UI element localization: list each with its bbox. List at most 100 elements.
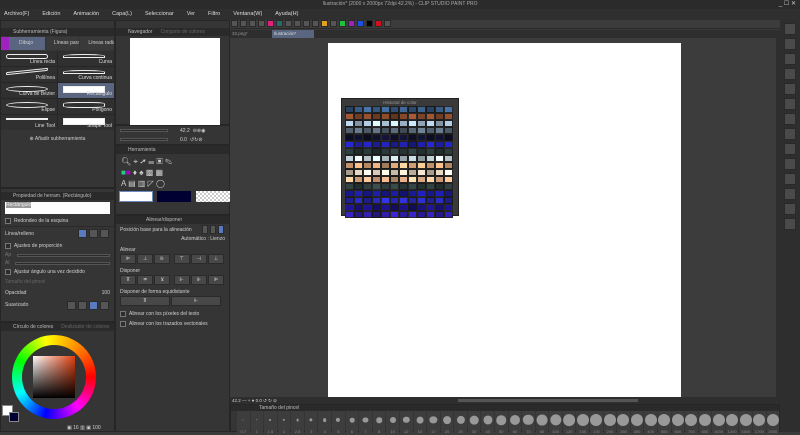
- history-swatch[interactable]: [399, 204, 408, 211]
- history-swatch[interactable]: [345, 197, 354, 204]
- dock-panel-icon[interactable]: [784, 203, 796, 215]
- history-swatch[interactable]: [444, 148, 453, 155]
- history-swatch[interactable]: [363, 204, 372, 211]
- history-swatch[interactable]: [372, 141, 381, 148]
- history-swatch[interactable]: [354, 127, 363, 134]
- history-swatch[interactable]: [399, 197, 408, 204]
- history-swatch[interactable]: [444, 120, 453, 127]
- history-swatch[interactable]: [435, 197, 444, 204]
- history-swatch[interactable]: [345, 162, 354, 169]
- brush-size-preset[interactable]: 1700: [752, 411, 766, 435]
- history-swatch[interactable]: [372, 204, 381, 211]
- history-swatch[interactable]: [354, 162, 363, 169]
- history-swatch[interactable]: [444, 141, 453, 148]
- history-swatch[interactable]: [435, 120, 444, 127]
- add-subtool-button[interactable]: ⊕ Añadir subherramienta: [1, 136, 114, 142]
- history-swatch[interactable]: [345, 113, 354, 120]
- history-swatch[interactable]: [435, 211, 444, 218]
- history-swatch[interactable]: [408, 106, 417, 113]
- history-swatch[interactable]: [408, 155, 417, 162]
- history-swatch[interactable]: [435, 190, 444, 197]
- history-swatch[interactable]: [426, 113, 435, 120]
- group-radial[interactable]: Líneas radiales: [80, 37, 115, 50]
- history-swatch[interactable]: [354, 106, 363, 113]
- history-swatch[interactable]: [408, 134, 417, 141]
- history-swatch[interactable]: [381, 120, 390, 127]
- history-swatch[interactable]: [381, 211, 390, 218]
- tool-name-field[interactable]: Rectángulo: [5, 202, 110, 214]
- history-swatch[interactable]: [354, 169, 363, 176]
- canvas-angle[interactable]: 0.0: [256, 398, 262, 403]
- dock-panel-icon[interactable]: [784, 83, 796, 95]
- history-swatch[interactable]: [390, 176, 399, 183]
- history-swatch[interactable]: [363, 106, 372, 113]
- brush-size-preset[interactable]: 0.7: [237, 411, 250, 435]
- brush-size-preset[interactable]: 12: [399, 411, 413, 435]
- menu-item[interactable]: Edición: [42, 9, 60, 20]
- history-swatch[interactable]: [426, 197, 435, 204]
- history-swatch[interactable]: [408, 162, 417, 169]
- brush-size-preset[interactable]: 4: [318, 411, 332, 435]
- history-swatch[interactable]: [363, 155, 372, 162]
- history-swatch[interactable]: [381, 176, 390, 183]
- history-swatch[interactable]: [444, 176, 453, 183]
- history-swatch[interactable]: [390, 127, 399, 134]
- tool-icons[interactable]: 🔍︎ ⌖ ➚ ☰ ▣ ✎ ■■ ♦ ♠ ▩ ▦ A ▤ ▥ ◸ ◯: [116, 154, 229, 191]
- history-swatch[interactable]: [381, 134, 390, 141]
- smoothing-buttons[interactable]: [66, 300, 110, 310]
- history-swatch[interactable]: [372, 211, 381, 218]
- history-swatch[interactable]: [408, 141, 417, 148]
- history-swatch[interactable]: [417, 127, 426, 134]
- history-swatch[interactable]: [372, 113, 381, 120]
- menu-item[interactable]: Ayuda(H): [275, 9, 298, 20]
- history-swatch[interactable]: [390, 120, 399, 127]
- history-swatch[interactable]: [399, 190, 408, 197]
- dock-panel-icon[interactable]: [784, 143, 796, 155]
- tab-align[interactable]: Alinear/disponer: [116, 216, 229, 224]
- history-swatch[interactable]: [345, 148, 354, 155]
- brush-size-preset[interactable]: 8: [372, 411, 386, 435]
- history-swatch[interactable]: [408, 120, 417, 127]
- dock-panel-icon[interactable]: [784, 68, 796, 80]
- subtool-item[interactable]: Polilínea: [1, 67, 57, 82]
- history-swatch[interactable]: [417, 211, 426, 218]
- subtool-item[interactable]: Curva: [58, 51, 114, 66]
- menu-item[interactable]: Capa(L): [112, 9, 132, 20]
- history-swatch[interactable]: [417, 134, 426, 141]
- history-swatch[interactable]: [426, 176, 435, 183]
- history-swatch[interactable]: [435, 148, 444, 155]
- brush-size-preset[interactable]: 400: [644, 411, 657, 435]
- subtool-item[interactable]: Elipse: [1, 99, 57, 114]
- dock-panel-icon[interactable]: [784, 53, 796, 65]
- subtool-item[interactable]: Rectángulo: [58, 83, 114, 98]
- history-swatch[interactable]: [345, 127, 354, 134]
- history-swatch[interactable]: [435, 127, 444, 134]
- history-swatch[interactable]: [417, 176, 426, 183]
- history-swatch[interactable]: [417, 155, 426, 162]
- history-swatch[interactable]: [372, 155, 381, 162]
- history-swatch[interactable]: [399, 183, 408, 190]
- history-swatch[interactable]: [345, 169, 354, 176]
- history-swatch[interactable]: [390, 169, 399, 176]
- history-swatch[interactable]: [426, 183, 435, 190]
- history-swatch[interactable]: [354, 148, 363, 155]
- history-swatch[interactable]: [381, 113, 390, 120]
- history-swatch[interactable]: [390, 106, 399, 113]
- dock-panel-icon[interactable]: [784, 98, 796, 110]
- history-swatch[interactable]: [435, 183, 444, 190]
- subtool-item[interactable]: Shape Tool: [58, 115, 114, 130]
- history-swatch[interactable]: [444, 183, 453, 190]
- history-swatch[interactable]: [390, 211, 399, 218]
- history-swatch[interactable]: [408, 113, 417, 120]
- history-swatch[interactable]: [399, 134, 408, 141]
- history-swatch[interactable]: [417, 120, 426, 127]
- history-swatch[interactable]: [399, 148, 408, 155]
- history-swatch[interactable]: [390, 190, 399, 197]
- history-swatch[interactable]: [426, 162, 435, 169]
- history-swatch[interactable]: [408, 169, 417, 176]
- history-swatch[interactable]: [390, 141, 399, 148]
- history-swatch[interactable]: [345, 183, 354, 190]
- history-swatch[interactable]: [390, 148, 399, 155]
- history-swatch[interactable]: [435, 204, 444, 211]
- history-swatch[interactable]: [390, 183, 399, 190]
